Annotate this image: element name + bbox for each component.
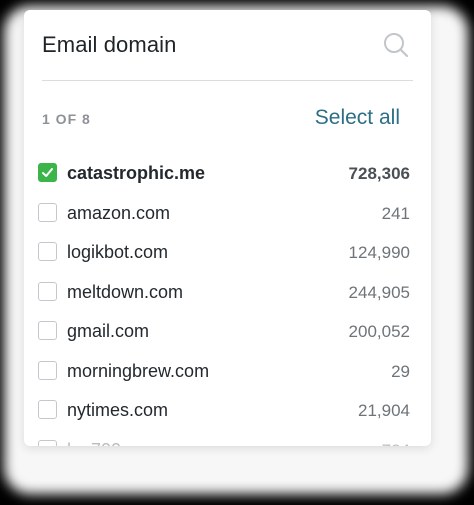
checkbox[interactable] (38, 400, 57, 419)
checkbox[interactable] (38, 202, 57, 222)
select-all-button[interactable]: Select all (315, 106, 400, 130)
selected-count: 1 OF 8 (42, 111, 91, 127)
domain-label: logikbot.com (67, 242, 169, 262)
checkbox[interactable] (38, 360, 57, 380)
domain-count: 728,306 (348, 164, 410, 183)
domain-label: catastrophic.me (67, 163, 206, 183)
domain-count: 29 (391, 361, 410, 381)
checkbox[interactable] (38, 281, 57, 301)
list-item[interactable]: morningbrew.com 29 (38, 353, 410, 393)
domain-list: catastrophic.me 728,306 amazon.com 241 l… (38, 155, 410, 446)
domain-label: meltdown.com (67, 281, 184, 302)
search-button[interactable] (381, 30, 411, 60)
filter-header: Email domain (42, 10, 413, 81)
list-item[interactable]: nytimes.com 21,904 (38, 392, 410, 432)
checkbox[interactable] (38, 321, 57, 340)
domain-label: morningbrew.com (67, 360, 210, 381)
domain-count: 21,904 (358, 401, 410, 420)
domain-count: 241 (381, 203, 410, 223)
selection-summary: 1 OF 8 Select all (42, 106, 400, 132)
list-item[interactable]: logikbot.com 124,990 (38, 234, 410, 274)
domain-label: gmail.com (67, 321, 150, 341)
domain-count: 784 (382, 441, 410, 447)
checkmark-icon (42, 168, 53, 177)
domain-label: km700 (67, 440, 121, 447)
email-domain-filter-panel: Email domain 1 OF 8 Select all catastrop… (24, 10, 431, 446)
checkbox[interactable] (38, 439, 57, 446)
domain-label: nytimes.com (67, 400, 169, 420)
domain-label: amazon.com (67, 202, 171, 223)
checkbox[interactable] (38, 242, 57, 261)
domain-count: 124,990 (348, 243, 410, 262)
list-item[interactable]: km700 784 (38, 432, 410, 447)
search-icon (384, 33, 409, 58)
list-item[interactable]: meltdown.com 244,905 (38, 274, 410, 314)
list-item[interactable]: gmail.com 200,052 (38, 313, 410, 353)
list-item[interactable]: amazon.com 241 (38, 195, 410, 235)
checkbox-checked[interactable] (38, 163, 57, 182)
domain-count: 200,052 (348, 322, 410, 341)
list-item[interactable]: catastrophic.me 728,306 (38, 155, 410, 195)
domain-count: 244,905 (348, 282, 410, 302)
filter-title: Email domain (42, 32, 177, 57)
